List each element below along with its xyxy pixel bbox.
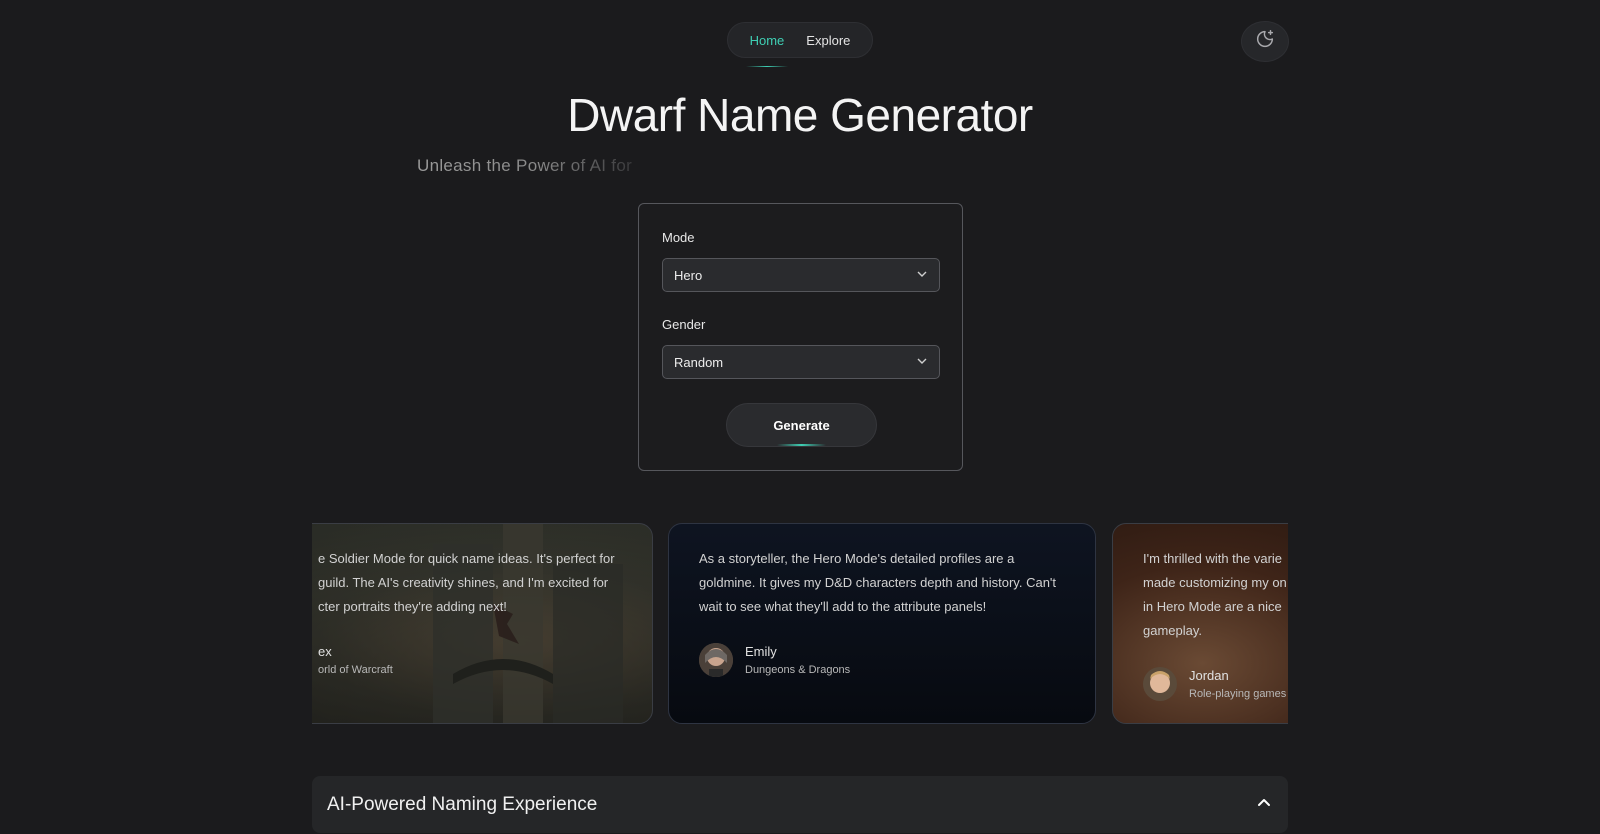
- testimonial-card: I'm thrilled with the varie made customi…: [1112, 523, 1288, 724]
- nav-home[interactable]: Home: [745, 33, 788, 67]
- mode-label: Mode: [662, 230, 695, 245]
- avatar: [699, 643, 733, 677]
- testimonial-card: e Soldier Mode for quick name ideas. It'…: [312, 523, 653, 724]
- testimonial-source: orld of Warcraft: [318, 664, 393, 676]
- generator-form: Mode Hero Gender Random Generate: [638, 203, 963, 471]
- testimonials-carousel[interactable]: e Soldier Mode for quick name ideas. It'…: [312, 523, 1288, 724]
- testimonial-text: e Soldier Mode for quick name ideas. It'…: [318, 551, 615, 614]
- generate-button[interactable]: Generate: [726, 403, 877, 447]
- gender-select[interactable]: Random: [662, 345, 940, 379]
- avatar: [1143, 667, 1177, 701]
- moon-sparkle-icon: [1254, 28, 1276, 55]
- testimonial-name: Jordan: [1189, 668, 1229, 683]
- gender-label: Gender: [662, 317, 706, 332]
- nav-explore[interactable]: Explore: [806, 33, 850, 48]
- chevron-up-icon: [1256, 794, 1272, 815]
- testimonial-card: As a storyteller, the Hero Mode's detail…: [668, 523, 1096, 724]
- chevron-down-icon: [916, 268, 928, 283]
- testimonial-text: I'm thrilled with the varie made customi…: [1143, 551, 1287, 638]
- page-subtitle: Unleash the Power of AI for: [417, 156, 633, 175]
- top-nav: Home Explore: [727, 22, 873, 67]
- testimonial-source: Dungeons & Dragons: [745, 664, 851, 676]
- testimonial-name: Emily: [745, 644, 777, 659]
- chevron-down-icon: [916, 355, 928, 370]
- testimonial-source: Role-playing games: [1189, 688, 1287, 700]
- page-title: Dwarf Name Generator: [567, 89, 1033, 141]
- testimonial-name: ex: [318, 644, 332, 659]
- mode-select[interactable]: Hero: [662, 258, 940, 292]
- theme-toggle-button[interactable]: [1241, 21, 1289, 62]
- feature-accordion[interactable]: AI-Powered Naming Experience: [312, 776, 1288, 833]
- accordion-title: AI-Powered Naming Experience: [327, 793, 598, 815]
- mode-select-value: Hero: [674, 267, 703, 283]
- generate-button-label: Generate: [773, 417, 830, 433]
- gender-select-value: Random: [674, 354, 724, 370]
- testimonial-text: As a storyteller, the Hero Mode's detail…: [699, 551, 1057, 614]
